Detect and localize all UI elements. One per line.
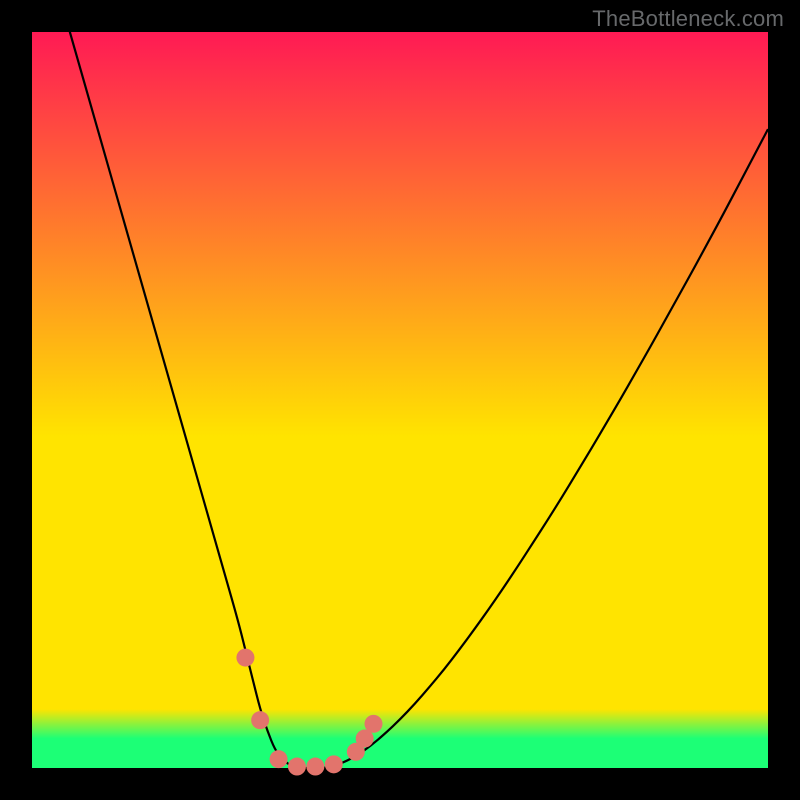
marker-min-2 <box>288 758 306 776</box>
bottleneck-curve <box>32 0 768 768</box>
marker-right-upper <box>365 715 383 733</box>
marker-min-3 <box>306 758 324 776</box>
marker-min-1 <box>270 750 288 768</box>
marker-min-4 <box>325 755 343 773</box>
chart-stage: TheBottleneck.com <box>0 0 800 800</box>
watermark-text: TheBottleneck.com <box>592 6 784 32</box>
plot-area <box>32 32 768 768</box>
marker-left-lower <box>251 711 269 729</box>
chart-svg <box>32 32 768 768</box>
marker-left-upper <box>236 649 254 667</box>
